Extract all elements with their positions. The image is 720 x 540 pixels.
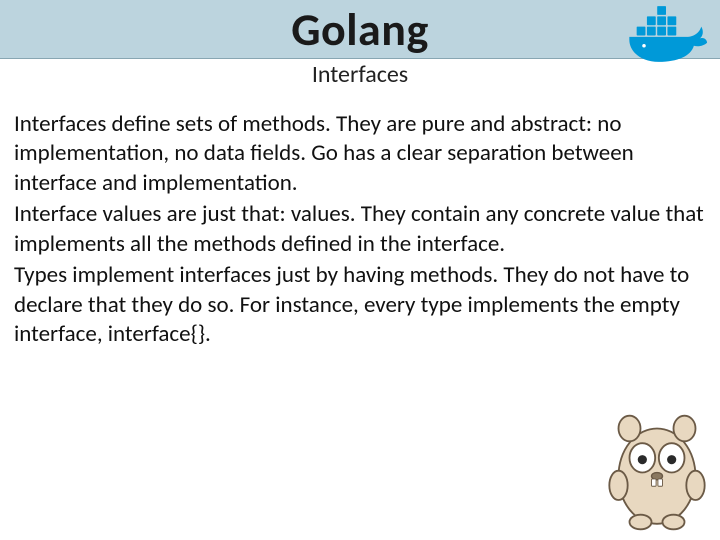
go-gopher-icon xyxy=(602,402,712,532)
docker-whale-icon xyxy=(622,4,710,64)
body-text: Interfaces define sets of methods. They … xyxy=(14,110,706,352)
slide: Golang Interfaces Interfaces define sets… xyxy=(0,0,720,540)
paragraph-2: Interface values are just that: values. … xyxy=(14,200,706,259)
page-title: Golang xyxy=(0,2,720,58)
page-subtitle: Interfaces xyxy=(0,60,720,89)
paragraph-1: Interfaces define sets of methods. They … xyxy=(14,110,706,198)
paragraph-3: Types implement interfaces just by havin… xyxy=(14,261,706,349)
